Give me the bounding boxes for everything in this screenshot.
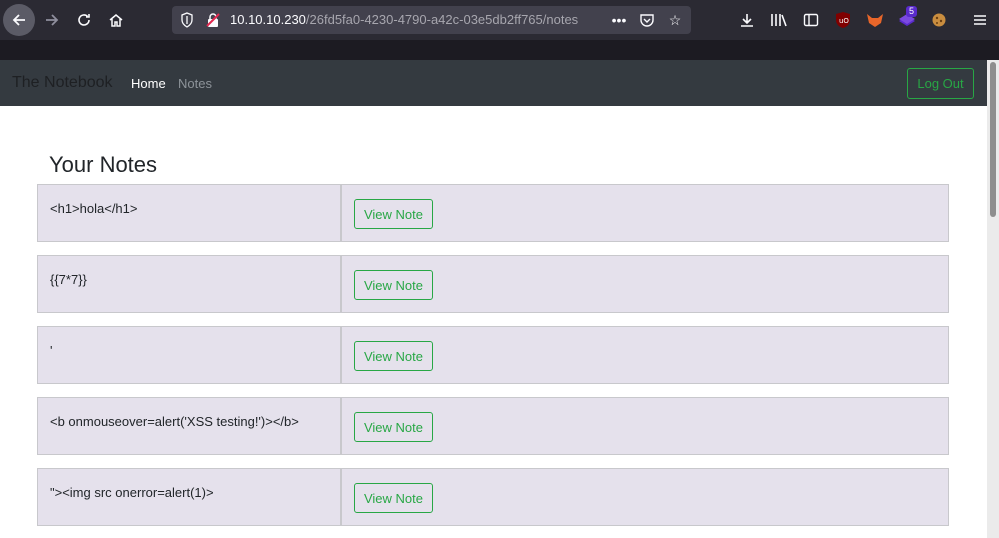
url-host: 10.10.10.230: [230, 12, 306, 27]
url-bar[interactable]: 10.10.10.230/26fd5fa0-4230-4790-a42c-03e…: [172, 6, 691, 34]
note-row: ' View Note: [37, 326, 949, 384]
hamburger-menu-icon[interactable]: [969, 9, 991, 31]
notes-table: <h1>hola</h1> View Note {{7*7}} View Not…: [37, 184, 949, 538]
view-note-button[interactable]: View Note: [354, 341, 433, 371]
navbar-brand[interactable]: The Notebook: [12, 74, 113, 92]
bookmark-star-icon[interactable]: ☆: [665, 11, 685, 29]
back-arrow-icon[interactable]: [3, 4, 35, 36]
vertical-scrollbar[interactable]: [987, 60, 999, 538]
page-viewport: The Notebook Home Notes Log Out Your Not…: [0, 60, 987, 538]
note-row: <h1>hola</h1> View Note: [37, 184, 949, 242]
nav-link-home[interactable]: Home: [131, 76, 166, 91]
sidebar-icon[interactable]: [800, 9, 822, 31]
home-icon[interactable]: [100, 4, 132, 36]
logout-button[interactable]: Log Out: [907, 68, 974, 99]
download-icon[interactable]: [736, 9, 758, 31]
note-row: {{7*7}} View Note: [37, 255, 949, 313]
svg-text:uO: uO: [839, 17, 849, 25]
shield-icon[interactable]: [180, 12, 194, 28]
site-navbar: The Notebook Home Notes Log Out: [0, 60, 987, 106]
note-text: ': [38, 327, 342, 383]
url-text: 10.10.10.230/26fd5fa0-4230-4790-a42c-03e…: [230, 12, 578, 28]
note-row: <b onmouseover=alert('XSS testing!')></b…: [37, 397, 949, 455]
pocket-icon[interactable]: [637, 11, 657, 29]
note-row: "><img src onerror=alert(1)> View Note: [37, 468, 949, 526]
view-note-button[interactable]: View Note: [354, 199, 433, 229]
reload-icon[interactable]: [68, 4, 100, 36]
url-path: /26fd5fa0-4230-4790-a42c-03e5db2ff765/no…: [305, 12, 579, 27]
more-options-icon[interactable]: •••: [609, 11, 629, 29]
insecure-lock-icon[interactable]: [205, 12, 221, 28]
note-text: {{7*7}}: [38, 256, 342, 312]
library-icon[interactable]: [768, 9, 790, 31]
note-text: "><img src onerror=alert(1)>: [38, 469, 342, 525]
view-note-button[interactable]: View Note: [354, 483, 433, 513]
browser-toolbar: 10.10.10.230/26fd5fa0-4230-4790-a42c-03e…: [0, 0, 999, 40]
nav-link-notes[interactable]: Notes: [178, 76, 212, 91]
note-text: <h1>hola</h1>: [38, 185, 342, 241]
ublock-icon[interactable]: uO: [832, 9, 854, 31]
extension-badge: 5: [906, 6, 918, 17]
view-note-button[interactable]: View Note: [354, 412, 433, 442]
forward-arrow-icon[interactable]: [36, 4, 68, 36]
scrollbar-thumb[interactable]: [990, 62, 996, 217]
tab-strip: [0, 40, 999, 60]
view-note-button[interactable]: View Note: [354, 270, 433, 300]
foxyproxy-icon[interactable]: [864, 9, 886, 31]
note-text: <b onmouseover=alert('XSS testing!')></b…: [38, 398, 342, 454]
page-title: Your Notes: [49, 152, 158, 177]
cookie-editor-icon[interactable]: [928, 9, 950, 31]
